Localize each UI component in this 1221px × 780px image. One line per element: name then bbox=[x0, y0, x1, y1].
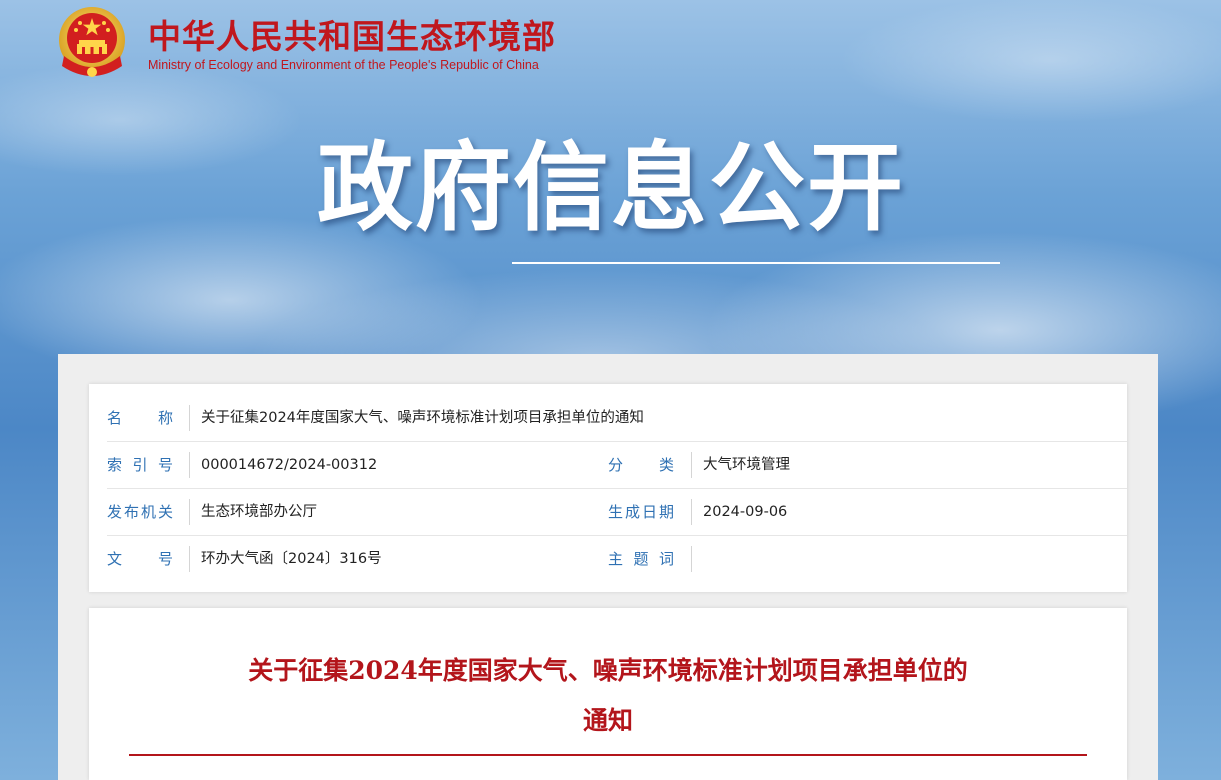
row-separator bbox=[691, 499, 692, 525]
info-row-index: 索引号 000014672/2024-00312 分 类 大气环境管理 bbox=[107, 442, 1127, 489]
document-title-line1: 关于征集2024年度国家大气、噪声环境标准计划项目承担单位的 bbox=[248, 656, 968, 685]
banner-title: 政府信息公开 bbox=[317, 132, 905, 244]
doc-number-value: 环办大气函〔2024〕316号 bbox=[201, 551, 382, 567]
site-title-cn[interactable]: 中华人民共和国生态环境部 bbox=[148, 17, 556, 57]
row-separator bbox=[189, 405, 190, 431]
name-value: 关于征集2024年度国家大气、噪声环境标准计划项目承担单位的通知 bbox=[201, 410, 644, 426]
issuer-value: 生态环境部办公厅 bbox=[201, 504, 317, 520]
date-value: 2024-09-06 bbox=[703, 504, 788, 520]
row-separator bbox=[189, 499, 190, 525]
info-row-issuer: 发布机关 生态环境部办公厅 生成日期 2024-09-06 bbox=[107, 489, 1127, 536]
category-value: 大气环境管理 bbox=[703, 457, 790, 473]
document-title: 关于征集2024年度国家大气、噪声环境标准计划项目承担单位的 通知 bbox=[89, 646, 1127, 746]
document-card: 关于征集2024年度国家大气、噪声环境标准计划项目承担单位的 通知 bbox=[89, 608, 1127, 780]
row-separator bbox=[189, 546, 190, 572]
category-label: 分 类 bbox=[608, 456, 674, 474]
title-divider bbox=[129, 754, 1087, 756]
banner-underline bbox=[512, 262, 1000, 264]
info-card: 名 称 关于征集2024年度国家大气、噪声环境标准计划项目承担单位的通知 索引号… bbox=[89, 384, 1127, 592]
subject-label: 主题词 bbox=[608, 550, 674, 568]
issuer-label: 发布机关 bbox=[107, 503, 173, 521]
index-label: 索引号 bbox=[107, 456, 173, 474]
row-separator bbox=[189, 452, 190, 478]
info-row-docno: 文 号 环办大气函〔2024〕316号 主题词 bbox=[107, 536, 1127, 582]
date-label: 生成日期 bbox=[608, 503, 674, 521]
row-separator bbox=[691, 452, 692, 478]
national-emblem-icon[interactable] bbox=[56, 6, 128, 82]
document-title-line2: 通知 bbox=[582, 706, 633, 735]
info-row-name: 名 称 关于征集2024年度国家大气、噪声环境标准计划项目承担单位的通知 bbox=[107, 395, 1127, 442]
site-title-en[interactable]: Ministry of Ecology and Environment of t… bbox=[148, 57, 556, 73]
row-separator bbox=[691, 546, 692, 572]
site-title-block: 中华人民共和国生态环境部 Ministry of Ecology and Env… bbox=[148, 17, 556, 73]
index-value: 000014672/2024-00312 bbox=[201, 457, 378, 473]
name-label: 名 称 bbox=[107, 409, 173, 427]
doc-number-label: 文 号 bbox=[107, 550, 173, 568]
site-header: 中华人民共和国生态环境部 Ministry of Ecology and Env… bbox=[56, 4, 556, 84]
